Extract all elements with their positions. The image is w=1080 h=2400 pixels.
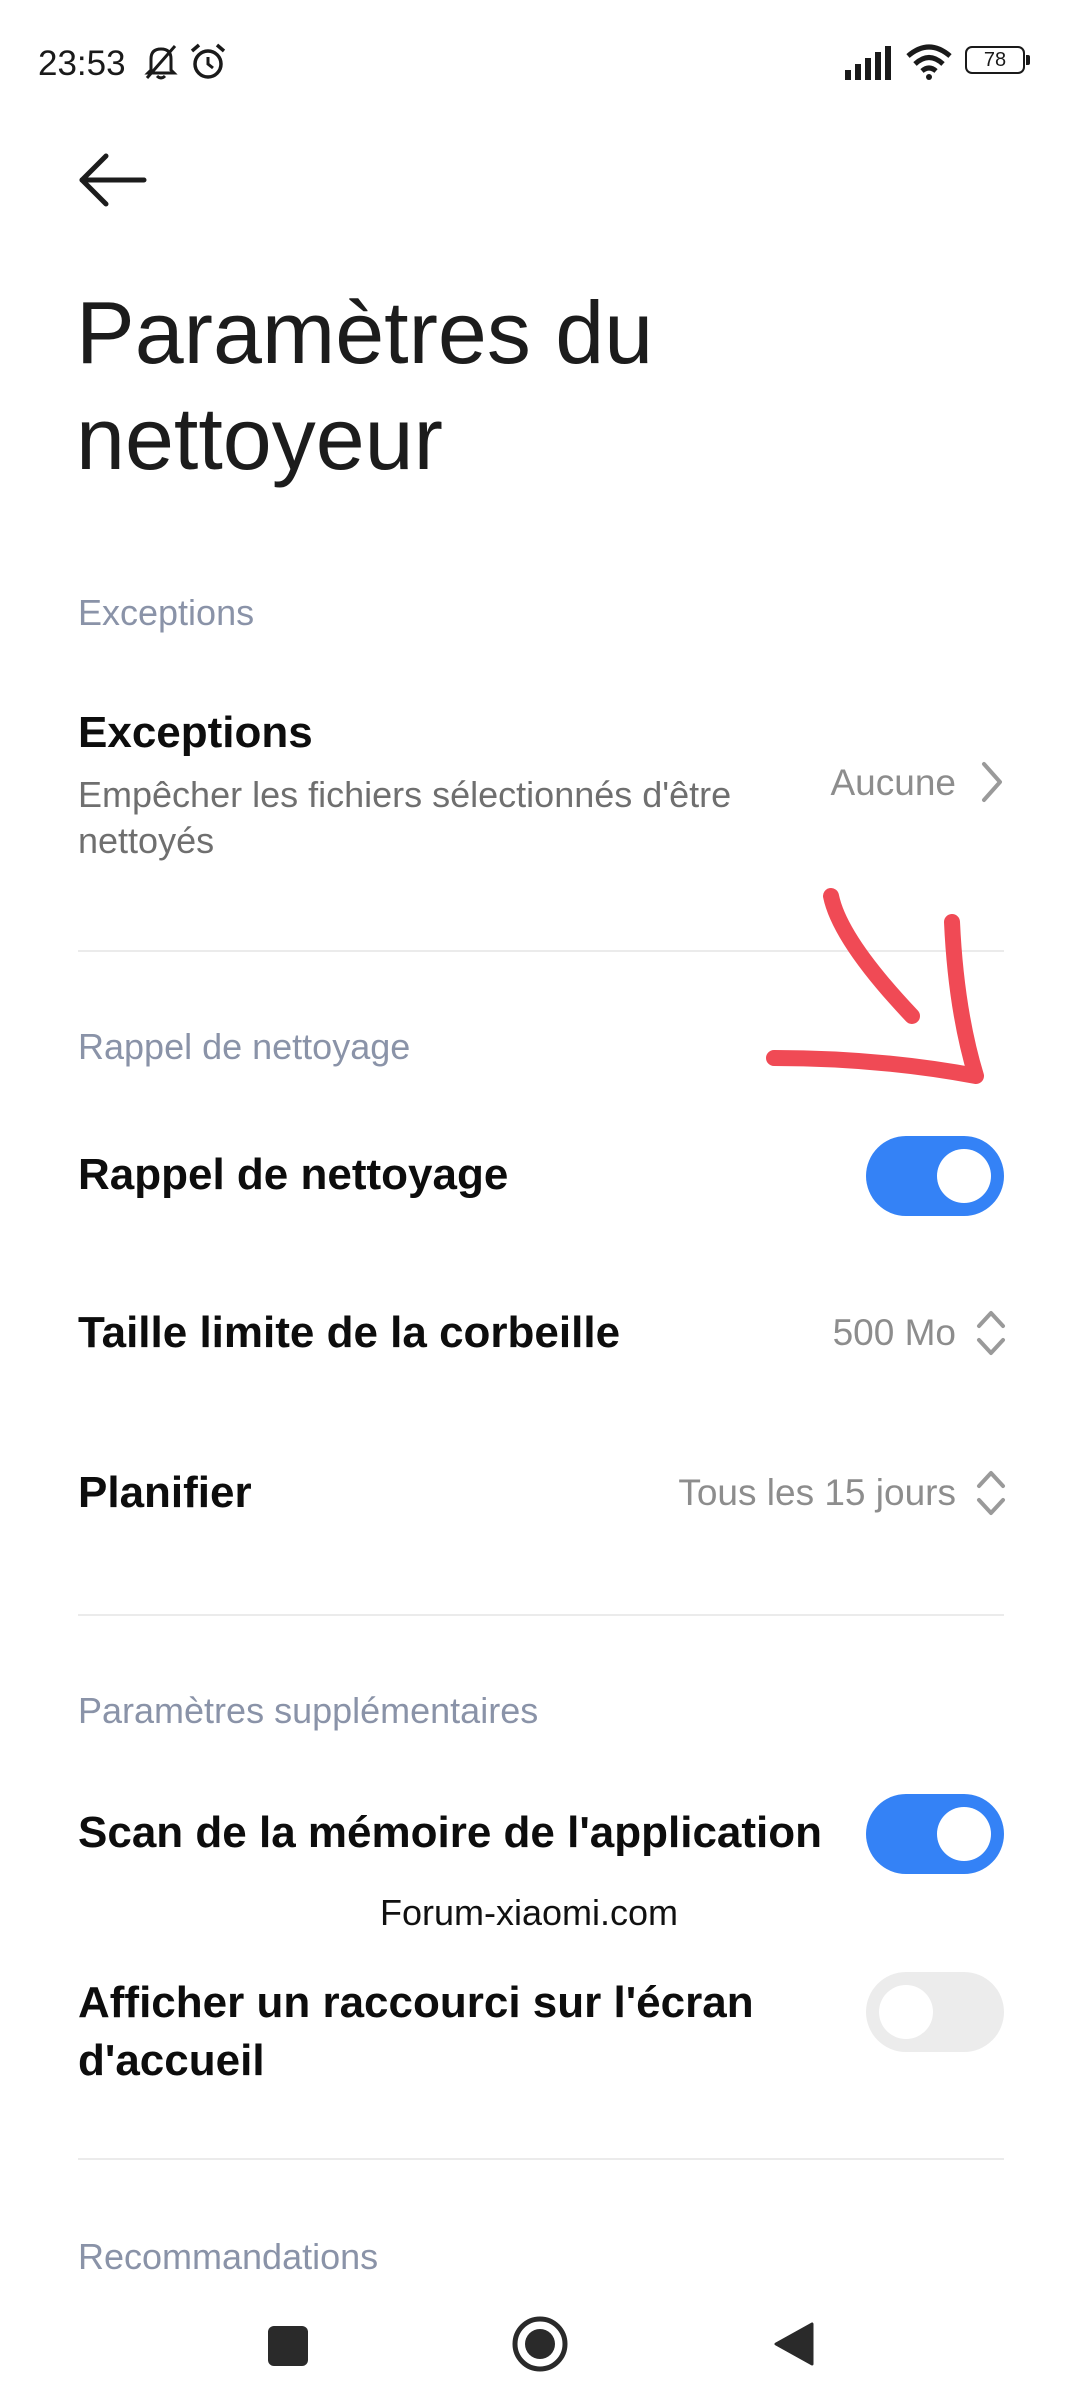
exceptions-item-subtitle: Empêcher les fichiers sélectionnés d'êtr…: [78, 774, 732, 861]
cleaning-reminder-toggle[interactable]: [866, 1136, 1004, 1216]
cleaner-settings-screen: 23:53 78 Paramètres du nettoyeur Excepti…: [0, 0, 1080, 2400]
trash-size-limit-title: Taille limite de la corbeille: [78, 1308, 621, 1357]
exceptions-item-title: Exceptions: [78, 708, 313, 757]
home-shortcut-item[interactable]: Afficher un raccourci sur l'écran d'accu…: [0, 1950, 1080, 2085]
cleaning-reminder-item[interactable]: Rappel de nettoyage: [0, 1120, 1080, 1230]
schedule-value: Tous les 15 jours: [678, 1472, 956, 1513]
bell-off-icon: [144, 45, 178, 80]
back-triangle-icon[interactable]: [770, 2320, 816, 2368]
up-down-chevron-icon: [977, 1471, 1005, 1515]
watermark: Forum-xiaomi.com: [380, 1892, 679, 1933]
schedule-item[interactable]: Planifier Tous les 15 jours: [0, 1440, 1080, 1550]
battery-icon: 78: [965, 46, 1031, 78]
exceptions-item[interactable]: Exceptions Empêcher les fichiers sélecti…: [0, 680, 1080, 910]
schedule-title: Planifier: [78, 1468, 252, 1517]
toggle-knob: [879, 1985, 933, 2039]
signal-icon: [845, 46, 891, 80]
toggle-knob: [937, 1807, 991, 1861]
navigation-bar: [0, 2290, 1080, 2400]
back-arrow-icon[interactable]: [62, 140, 162, 220]
wifi-icon: [906, 44, 952, 80]
toggle-knob: [937, 1149, 991, 1203]
section-header-exceptions: Exceptions: [78, 592, 255, 633]
exceptions-item-value: Aucune: [830, 762, 957, 803]
chevron-right-icon: [982, 762, 1002, 802]
divider: [78, 1614, 1004, 1616]
recents-square-icon[interactable]: [268, 2326, 308, 2366]
trash-size-limit-item[interactable]: Taille limite de la corbeille 500 Mo: [0, 1280, 1080, 1390]
annotation-arrow: [766, 888, 984, 1084]
section-header-reminder: Rappel de nettoyage: [78, 1026, 411, 1067]
home-circle-icon[interactable]: [510, 2314, 570, 2374]
up-down-chevron-icon: [977, 1311, 1005, 1355]
divider: [78, 2158, 1004, 2160]
cleaning-reminder-title: Rappel de nettoyage: [78, 1150, 509, 1199]
status-bar: 23:53 78: [0, 0, 1080, 130]
alarm-icon: [190, 43, 226, 79]
trash-size-limit-value: 500 Mo: [832, 1312, 956, 1353]
page-title: Paramètres du nettoyeur: [76, 283, 654, 488]
app-memory-scan-item[interactable]: Scan de la mémoire de l'application: [0, 1786, 1080, 1886]
app-memory-scan-toggle[interactable]: [866, 1794, 1004, 1874]
battery-level: 78: [983, 49, 1007, 71]
section-header-recommendations: Recommandations: [78, 2236, 379, 2277]
section-header-extra: Paramètres supplémentaires: [78, 1690, 539, 1731]
home-shortcut-toggle[interactable]: [866, 1972, 1004, 2052]
app-memory-scan-title: Scan de la mémoire de l'application: [78, 1808, 823, 1857]
status-time: 23:53: [38, 44, 126, 83]
home-shortcut-title: Afficher un raccourci sur l'écran d'accu…: [78, 1978, 754, 2085]
